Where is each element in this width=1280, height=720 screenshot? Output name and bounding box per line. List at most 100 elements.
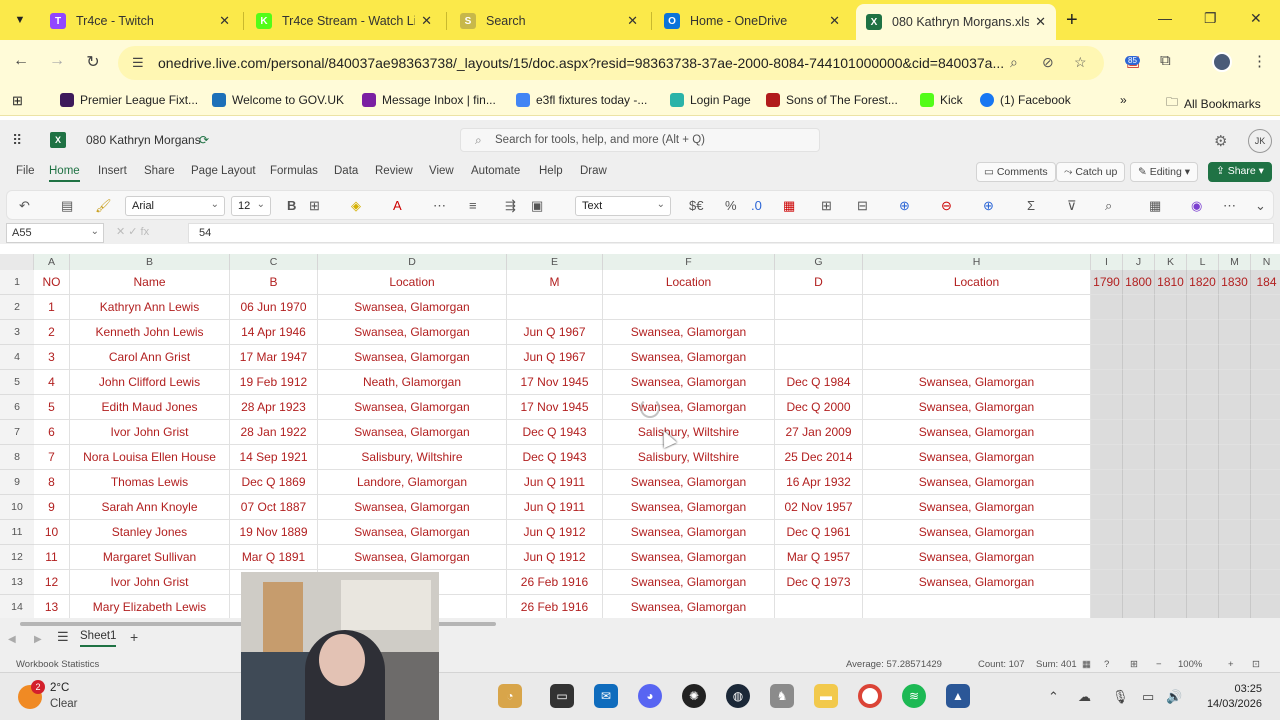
column-header[interactable]: I — [1091, 254, 1123, 270]
table-cell[interactable] — [863, 295, 1091, 320]
table-cell[interactable]: 26 Feb 1916 — [507, 595, 603, 618]
table-cell[interactable]: 13 — [34, 595, 70, 618]
bookmark-premier-league[interactable]: Premier League Fixt... — [60, 93, 198, 107]
number-format-select[interactable]: Text ⌄ — [575, 196, 671, 216]
row-header[interactable]: 6 — [0, 395, 34, 420]
eye-off-icon[interactable]: ⊘ — [1042, 54, 1054, 71]
collapse-ribbon-icon[interactable]: ⌄ — [1255, 198, 1266, 214]
table-cell[interactable] — [507, 295, 603, 320]
table-cell[interactable] — [775, 295, 863, 320]
game-launcher-icon[interactable]: ♞ — [770, 684, 794, 708]
table-cell[interactable]: Swansea, Glamorgan — [863, 495, 1091, 520]
apps-icon[interactable]: ⊞ — [12, 93, 23, 109]
header-cell[interactable]: B — [230, 270, 318, 295]
row-header[interactable]: 10 — [0, 495, 34, 520]
table-cell[interactable]: 14 Sep 1921 — [230, 445, 318, 470]
header-cell[interactable]: Name — [70, 270, 230, 295]
table-cell[interactable] — [1187, 345, 1219, 370]
row-header[interactable]: 5 — [0, 370, 34, 395]
table-cell[interactable]: Carol Ann Grist — [70, 345, 230, 370]
document-title[interactable]: 080 Kathryn Morgans — [86, 133, 201, 147]
table-cell[interactable] — [1123, 520, 1155, 545]
spotify-icon[interactable]: ≋ — [902, 684, 926, 708]
header-cell[interactable]: D — [775, 270, 863, 295]
header-cell[interactable]: Location — [603, 270, 775, 295]
tab-insert[interactable]: Insert — [98, 165, 127, 177]
tab-search-button[interactable]: ▼ — [8, 8, 32, 32]
add-ins-icon[interactable]: ▦ — [1149, 198, 1161, 214]
table-cell[interactable] — [1251, 370, 1280, 395]
table-cell[interactable] — [1091, 570, 1123, 595]
format-cells-icon[interactable]: ⊕ — [983, 198, 994, 214]
table-cell[interactable]: 06 Jun 1970 — [230, 295, 318, 320]
tab-view[interactable]: View — [429, 165, 454, 177]
table-cell[interactable]: Swansea, Glamorgan — [318, 520, 507, 545]
formula-input[interactable]: 54 — [188, 223, 1274, 243]
table-cell[interactable] — [1187, 395, 1219, 420]
table-cell[interactable] — [603, 295, 775, 320]
table-cell[interactable] — [863, 345, 1091, 370]
column-header[interactable]: C — [230, 254, 318, 270]
table-cell[interactable] — [1219, 295, 1251, 320]
table-cell[interactable] — [1091, 370, 1123, 395]
header-cell[interactable]: 1790 — [1091, 270, 1123, 295]
find-icon[interactable]: ⌕ — [1105, 198, 1112, 214]
chrome-icon[interactable] — [858, 684, 882, 708]
table-cell[interactable]: John Clifford Lewis — [70, 370, 230, 395]
column-header[interactable]: L — [1187, 254, 1219, 270]
table-cell[interactable] — [1187, 370, 1219, 395]
table-cell[interactable]: Swansea, Glamorgan — [863, 470, 1091, 495]
percent-icon[interactable]: % — [725, 198, 737, 213]
table-cell[interactable]: 11 — [34, 545, 70, 570]
name-box[interactable]: A55 ⌄ — [6, 223, 104, 243]
comments-button[interactable]: ▭ Comments — [976, 162, 1056, 182]
table-cell[interactable]: 2 — [34, 320, 70, 345]
zoom-level[interactable]: 100% — [1178, 659, 1202, 670]
table-cell[interactable] — [1123, 495, 1155, 520]
table-cell[interactable] — [1219, 595, 1251, 618]
table-cell[interactable]: Swansea, Glamorgan — [318, 345, 507, 370]
table-cell[interactable] — [1251, 595, 1280, 618]
cell-styles-icon[interactable]: ⊟ — [857, 198, 868, 214]
table-cell[interactable] — [1155, 520, 1187, 545]
help-icon[interactable]: ? — [1104, 659, 1109, 670]
row-header[interactable]: 3 — [0, 320, 34, 345]
table-cell[interactable]: Swansea, Glamorgan — [603, 320, 775, 345]
table-cell[interactable]: 26 Feb 1916 — [507, 570, 603, 595]
table-cell[interactable] — [1091, 545, 1123, 570]
all-sheets-icon[interactable]: ☰ — [57, 629, 69, 645]
zoom-icon[interactable]: ⌕ — [1010, 54, 1018, 71]
onedrive-tray-icon[interactable]: ☁ — [1078, 689, 1091, 705]
table-cell[interactable]: Swansea, Glamorgan — [318, 320, 507, 345]
column-header[interactable]: N — [1251, 254, 1280, 270]
table-cell[interactable]: 17 Mar 1947 — [230, 345, 318, 370]
row-header[interactable]: 7 — [0, 420, 34, 445]
table-cell[interactable] — [1155, 345, 1187, 370]
table-cell[interactable] — [1091, 470, 1123, 495]
address-bar[interactable]: ☰ onedrive.live.com/personal/840037ae983… — [118, 46, 1104, 80]
column-header[interactable]: K — [1155, 254, 1187, 270]
table-cell[interactable]: 14 Apr 1946 — [230, 320, 318, 345]
close-icon[interactable]: ✕ — [1035, 14, 1046, 30]
table-cell[interactable]: 3 — [34, 345, 70, 370]
table-cell[interactable]: Swansea, Glamorgan — [318, 395, 507, 420]
bookmark-message-inbox[interactable]: Message Inbox | fin... — [362, 93, 496, 107]
tab-automate[interactable]: Automate — [471, 165, 520, 177]
table-cell[interactable] — [1187, 520, 1219, 545]
format-painter-icon[interactable]: 🖌 — [95, 198, 112, 214]
table-cell[interactable] — [1155, 595, 1187, 618]
bookmark-e3fl[interactable]: e3fl fixtures today -... — [516, 93, 647, 107]
table-cell[interactable]: Jun Q 1911 — [507, 495, 603, 520]
table-cell[interactable] — [1123, 545, 1155, 570]
back-button[interactable]: ← — [10, 52, 32, 70]
more-font-options-icon[interactable]: ⋯ — [433, 198, 446, 214]
tab-home[interactable]: Home — [49, 165, 80, 182]
bold-icon[interactable]: B — [287, 198, 296, 213]
table-cell[interactable] — [1251, 495, 1280, 520]
table-cell[interactable] — [1219, 470, 1251, 495]
table-cell[interactable]: Salisbury, Wiltshire — [603, 420, 775, 445]
table-cell[interactable] — [1091, 320, 1123, 345]
table-cell[interactable] — [1091, 295, 1123, 320]
table-cell[interactable] — [775, 345, 863, 370]
table-cell[interactable]: Kathryn Ann Lewis — [70, 295, 230, 320]
